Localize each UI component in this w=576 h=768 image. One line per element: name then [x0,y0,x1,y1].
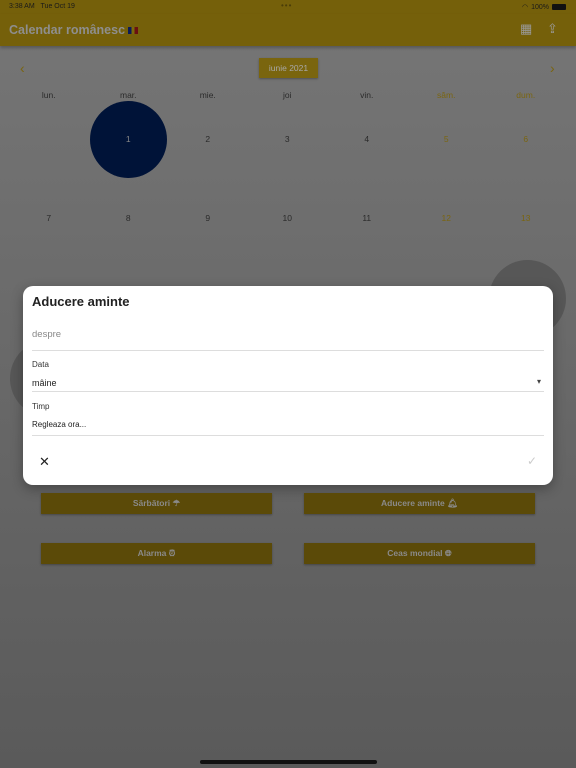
month-picker-button[interactable]: iunie 2021 [259,58,318,78]
romania-flag-icon [128,27,139,35]
calendar-day[interactable]: 5 [407,134,487,144]
date-label: Data [32,360,49,369]
globe-icon: 🌐︎ [444,548,452,558]
calendar-day[interactable]: 12 [407,213,487,223]
battery-icon [552,4,566,10]
calendar-day[interactable]: 11 [327,213,407,223]
previous-month-chevron-icon[interactable]: ‹ [20,60,25,76]
alarm-clock-icon: ⏰︎ [168,548,176,558]
weekday-label: lun. [41,90,56,100]
time-label: Timp [32,402,50,411]
next-month-chevron-icon[interactable]: › [550,60,555,76]
calendar-day[interactable]: 3 [248,134,328,144]
about-input[interactable]: despre [32,324,544,351]
multitasking-dots[interactable]: ••• [281,1,292,10]
umbrella-icon: ☂ [172,498,181,508]
check-icon[interactable]: ✓ [527,454,537,468]
calendar-day[interactable]: 9 [168,213,248,223]
calendar-day[interactable]: 6 [486,134,566,144]
calendar-day[interactable]: 13 [486,213,566,223]
app-title: Calendar românesc [9,23,139,37]
reminder-button[interactable]: Aducere aminte 🔔︎ [304,493,535,514]
app-bar: Calendar românesc ▦ ⇪ [0,14,576,46]
calendar-day[interactable]: 8 [89,213,169,223]
calendar-day[interactable]: 7 [9,213,89,223]
dropdown-arrow-icon: ▾ [536,377,541,386]
grid-icon[interactable]: ▦ [520,21,532,37]
weekday-label: mie. [199,90,216,100]
weekday-label: vin. [360,90,374,100]
holidays-button[interactable]: Sărbători ☂ [41,493,272,514]
month-navigation: ‹ iunie 2021 › [0,58,576,78]
time-picker[interactable]: Regleaza ora... [32,416,544,436]
about-placeholder: despre [32,329,62,340]
weekday-label: joi [282,90,292,100]
status-bar: 3:38 AM Tue Oct 19 ••• ◠ 100% [0,0,576,14]
date-select[interactable]: mâine ▾ [32,372,544,392]
calendar-day[interactable]: 4 [327,134,407,144]
calendar-day[interactable]: 2 [168,134,248,144]
calendar-day-selected[interactable]: 1 [89,134,169,144]
weekday-label: mar. [119,90,137,100]
reminder-dialog: Aducere aminte despre Data mâine ▾ Timp … [23,286,553,485]
battery-status: ◠ 100% [522,3,566,11]
wifi-icon: ◠ [521,4,529,11]
weekday-label: sâm. [437,90,456,100]
home-indicator[interactable] [200,760,377,764]
date-value: mâine [32,378,57,388]
dialog-title: Aducere aminte [32,294,130,309]
weekday-label: dum. [516,90,536,100]
alarm-button[interactable]: Alarma ⏰︎ [41,543,272,564]
time-value: Regleaza ora... [32,420,87,429]
close-icon[interactable]: ✕ [39,454,50,470]
alarm-bell-icon: 🔔︎ [447,498,458,508]
share-icon[interactable]: ⇪ [547,21,558,37]
status-time: 3:38 AM Tue Oct 19 [9,3,75,10]
world-clock-button[interactable]: Ceas mondial 🌐︎ [304,543,535,564]
calendar-day[interactable]: 10 [248,213,328,223]
